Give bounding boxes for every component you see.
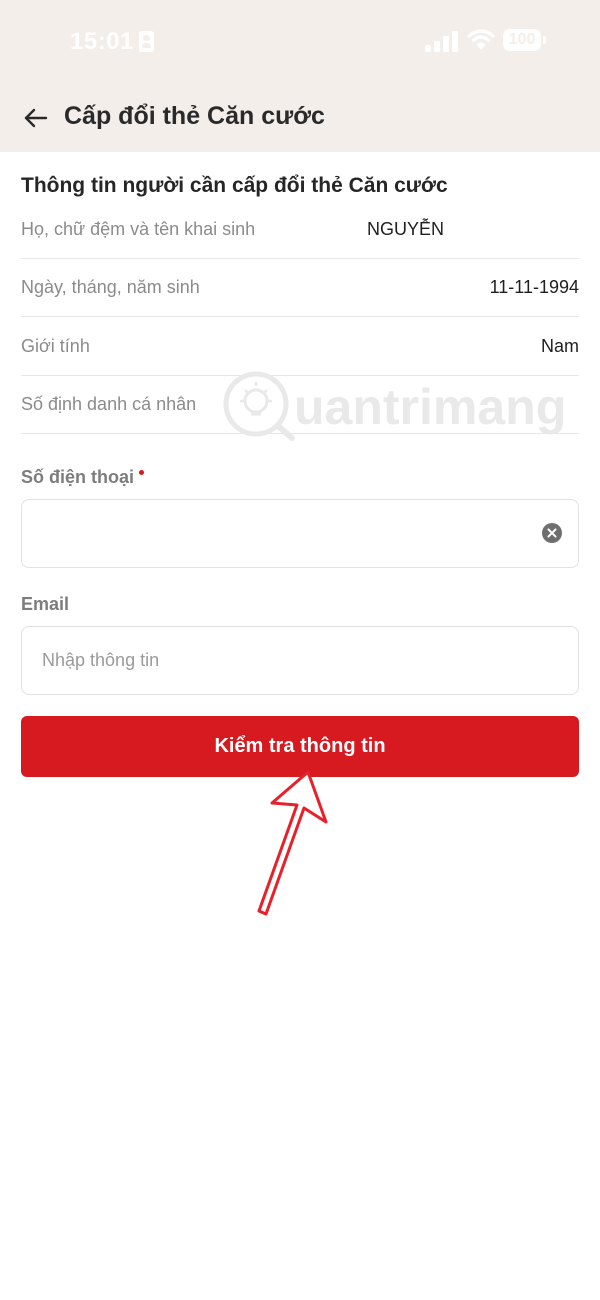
phone-input[interactable] xyxy=(42,500,542,567)
id-card-icon xyxy=(139,31,154,52)
info-value: NGUYỄN xyxy=(367,219,445,239)
header-area: 15:01 100 Cấp đổi thẻ Căn cước xyxy=(0,0,600,152)
section-title: Thông tin người cần cấp đổi thẻ Căn cước xyxy=(21,174,448,197)
info-label: Giới tính xyxy=(21,336,90,356)
email-field-label: Email xyxy=(21,594,70,614)
watermark-logo: uantrimang xyxy=(223,371,566,441)
check-info-button[interactable]: Kiểm tra thông tin xyxy=(21,716,579,777)
clear-icon[interactable] xyxy=(542,523,562,543)
info-label: Họ, chữ đệm và tên khai sinh xyxy=(21,219,256,239)
status-time: 15:01 xyxy=(70,28,134,55)
phone-field xyxy=(21,499,579,568)
arrow-left-icon[interactable] xyxy=(20,102,52,134)
info-row-full-name: Họ, chữ đệm và tên khai sinh NGUYỄN xyxy=(21,200,579,259)
required-indicator xyxy=(139,470,145,475)
phone-field-label: Số điện thoại xyxy=(21,467,145,488)
page-title: Cấp đổi thẻ Căn cước xyxy=(64,102,325,130)
battery-icon: 100 xyxy=(503,29,546,51)
email-field xyxy=(21,626,579,695)
annotation-arrow-icon xyxy=(257,770,328,916)
watermark-text: uantrimang xyxy=(294,379,566,435)
info-row-birth-date: Ngày, tháng, năm sinh 11-11-1994 xyxy=(21,258,579,317)
info-label: Ngày, tháng, năm sinh xyxy=(21,277,200,297)
phone-label-text: Số điện thoại xyxy=(21,467,135,487)
info-value: Nam xyxy=(540,336,579,356)
status-bar: 15:01 100 xyxy=(0,0,600,80)
nav-bar: Cấp đổi thẻ Căn cước xyxy=(0,86,600,148)
info-label: Số định danh cá nhân xyxy=(21,394,197,414)
signal-icon xyxy=(425,30,459,52)
wifi-icon xyxy=(467,29,495,50)
email-input[interactable] xyxy=(42,627,542,694)
info-value: 11-11-1994 xyxy=(489,277,579,297)
